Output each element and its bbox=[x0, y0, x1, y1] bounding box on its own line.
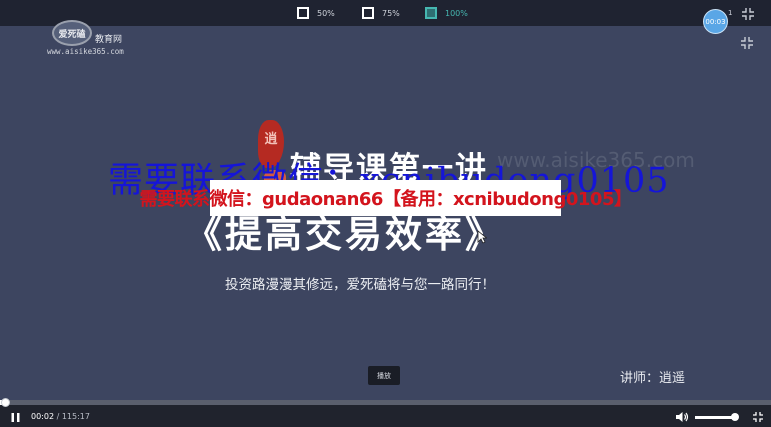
zoom-option-label: 100% bbox=[445, 8, 468, 18]
progress-bar[interactable] bbox=[0, 400, 771, 405]
zoom-option-100[interactable]: 100% bbox=[425, 5, 468, 21]
zoom-option-label: 75% bbox=[382, 8, 400, 18]
logo-mark: 爱死磕 bbox=[52, 20, 92, 46]
mouse-cursor-icon bbox=[477, 230, 487, 244]
timer-bubble[interactable]: 00:03 bbox=[703, 9, 728, 34]
zoom-square-icon bbox=[362, 7, 374, 19]
zoom-square-icon bbox=[425, 7, 437, 19]
logo-url: www.aisike365.com bbox=[47, 47, 124, 56]
volume-handle[interactable] bbox=[730, 413, 739, 421]
top-counter: 1 bbox=[728, 9, 733, 17]
logo-name: 教育网 bbox=[95, 35, 123, 45]
slide-subtitle: 投资路漫漫其修远，爱死磕将与您一路同行！ bbox=[225, 277, 495, 293]
video-player[interactable]: 50% 75% 100% 00:03 1 爱死磕 教育网 www.aisike3… bbox=[0, 0, 771, 427]
contact-text: 需要联系微信：gudaonan66【备用：xcnibudong0105】 bbox=[139, 189, 632, 210]
play-tooltip: 播放 bbox=[368, 366, 400, 385]
lecturer-name: 讲师：逍遥 bbox=[620, 371, 686, 386]
time-separator: / bbox=[54, 412, 62, 421]
progress-handle[interactable] bbox=[1, 398, 10, 407]
site-logo: 爱死磕 教育网 www.aisike365.com bbox=[47, 20, 147, 58]
zoom-option-50[interactable]: 50% bbox=[297, 5, 335, 21]
duration: 115:17 bbox=[61, 412, 90, 421]
contact-banner: 需要联系微信：gudaonan66【备用：xcnibudong0105】 bbox=[140, 180, 632, 216]
fullscreen-icon[interactable] bbox=[741, 7, 755, 21]
collapse-icon[interactable] bbox=[740, 36, 754, 50]
time-display: 00:02 / 115:17 bbox=[31, 412, 90, 421]
zoom-option-label: 50% bbox=[317, 8, 335, 18]
pause-icon[interactable] bbox=[10, 412, 21, 423]
zoom-option-75[interactable]: 75% bbox=[362, 5, 400, 21]
volume-icon[interactable] bbox=[675, 411, 689, 423]
exit-fullscreen-icon[interactable] bbox=[752, 411, 764, 423]
zoom-square-icon bbox=[297, 7, 309, 19]
volume-fill bbox=[695, 416, 735, 419]
current-time: 00:02 bbox=[31, 412, 55, 421]
